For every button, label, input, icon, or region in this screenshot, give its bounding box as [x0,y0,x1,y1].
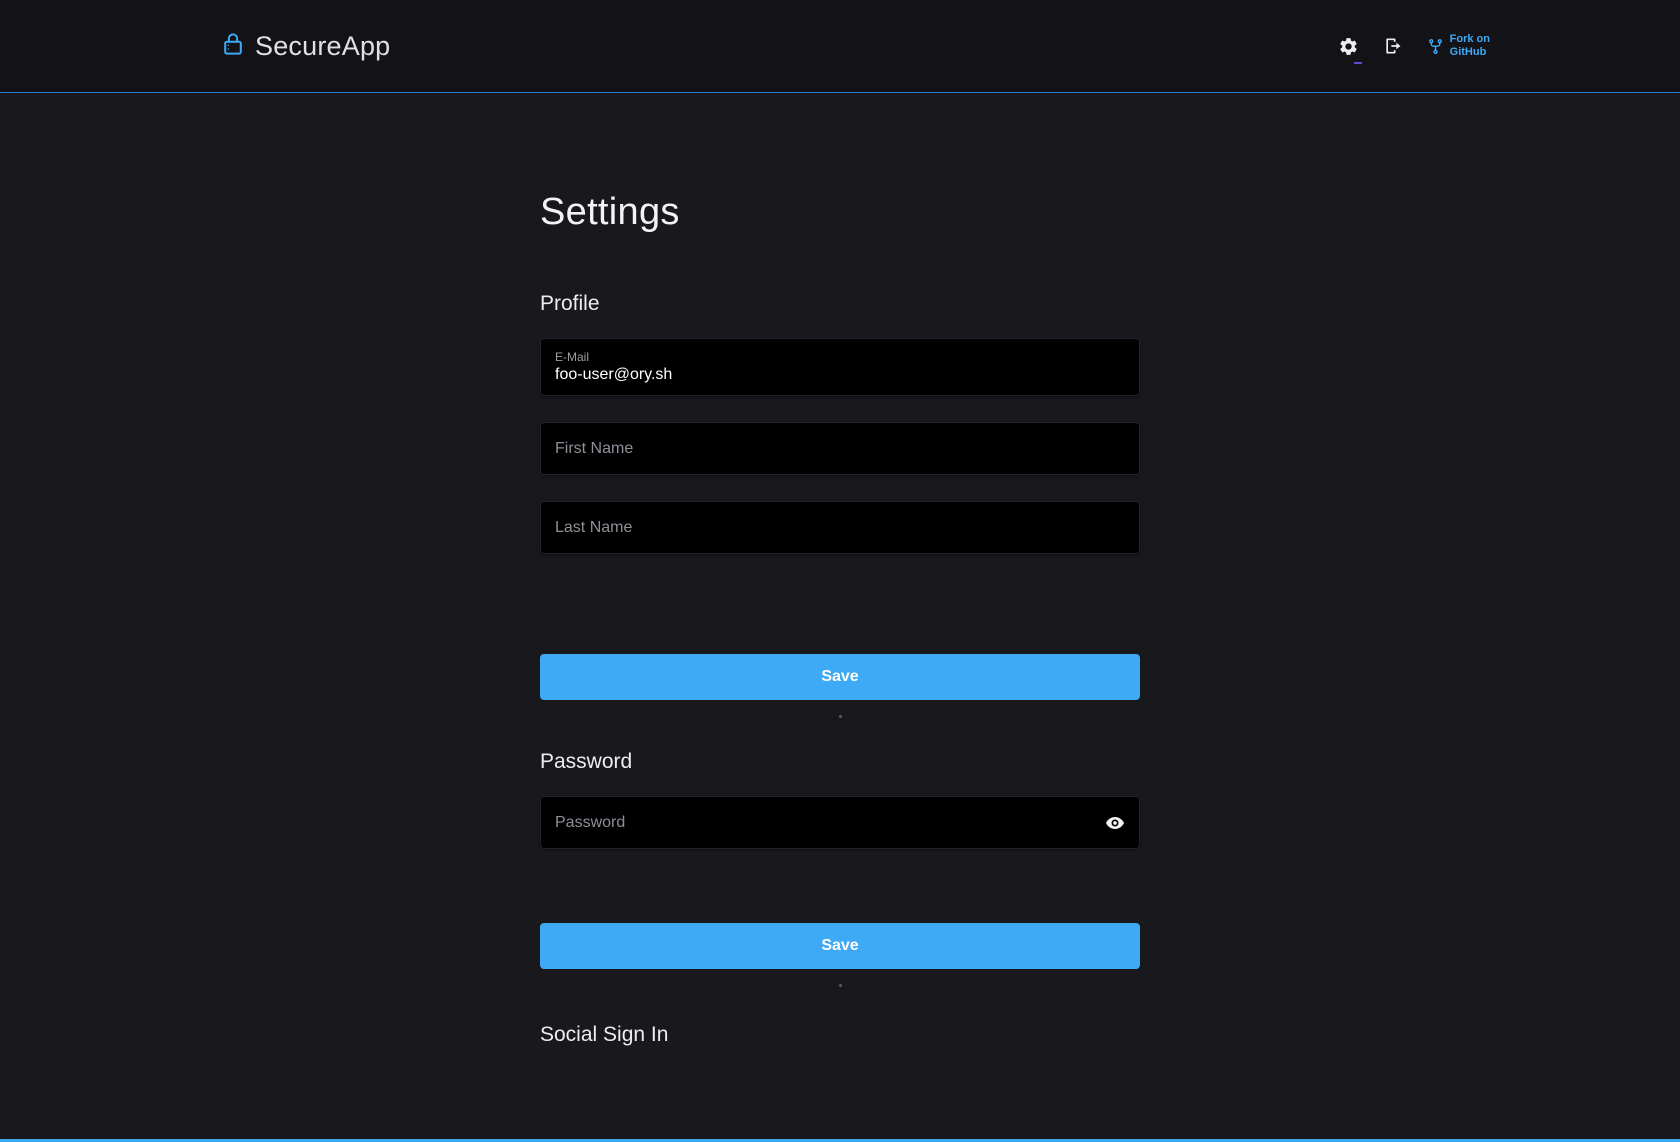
email-field-container: E-Mail [540,338,1140,396]
first-name-input[interactable] [540,422,1140,475]
header: SecureApp [0,0,1680,93]
password-heading: Password [540,750,1140,774]
eye-icon [1103,813,1127,833]
last-name-input[interactable] [540,501,1140,554]
fork-link-label: Fork on GitHub [1450,33,1490,59]
social-sign-in-section: Social Sign In Link github [540,1023,1140,1142]
profile-heading: Profile [540,292,1140,316]
password-input[interactable] [540,796,1140,849]
page-title: Settings [540,191,1140,234]
separator-dot [839,984,842,987]
settings-page: Settings Profile E-Mail Save Password S [540,191,1140,1142]
email-label: E-Mail [555,350,1125,364]
profile-save-button[interactable]: Save [540,654,1140,700]
app-title: SecureApp [255,31,390,62]
password-field-container [540,796,1140,849]
settings-button[interactable] [1338,36,1359,57]
email-input[interactable] [555,366,1125,384]
fork-on-github-link[interactable]: Fork on GitHub [1427,33,1490,59]
lock-icon [222,31,244,57]
logout-icon [1383,36,1403,56]
fork-link-line1: Fork on [1450,33,1490,46]
profile-section: Profile E-Mail Save [540,292,1140,718]
password-section: Password Save [540,750,1140,987]
toggle-password-visibility-button[interactable] [1102,812,1128,834]
header-actions: Fork on GitHub [1338,33,1490,59]
password-save-button[interactable]: Save [540,923,1140,969]
social-sign-in-heading: Social Sign In [540,1023,1140,1047]
logout-button[interactable] [1383,36,1403,56]
gear-icon [1338,36,1359,57]
app-logo: SecureApp [222,31,390,62]
text-cursor-artifact [1354,62,1362,64]
fork-link-line2: GitHub [1450,46,1490,59]
separator-dot [839,715,842,718]
git-fork-icon [1427,37,1444,56]
